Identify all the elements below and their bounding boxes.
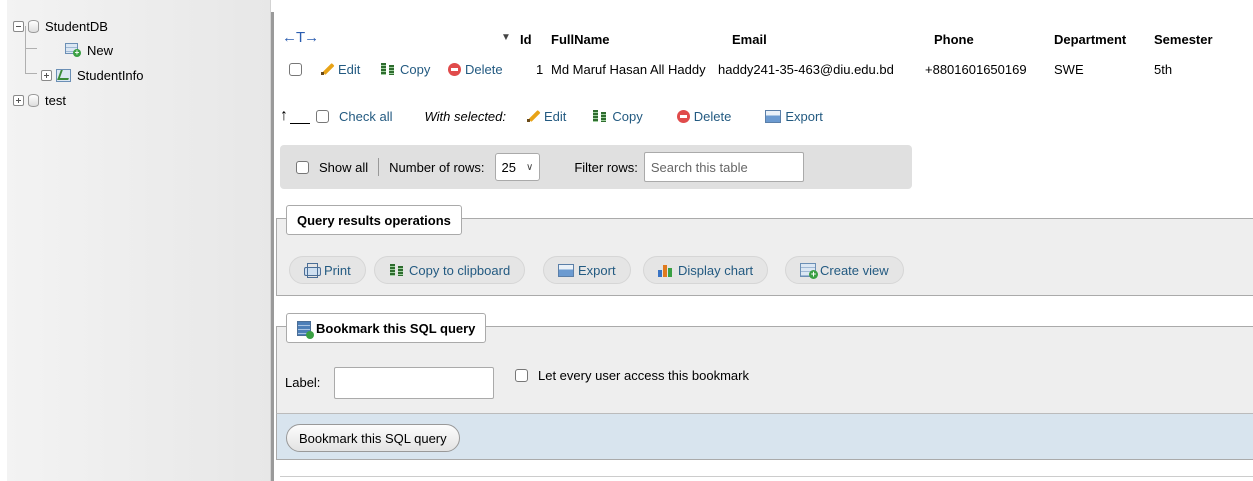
copy-label: Copy xyxy=(612,108,643,124)
check-all-link[interactable]: Check all xyxy=(339,109,392,124)
bookmark-label-text: Label: xyxy=(285,375,321,390)
rows-per-page-select[interactable]: 25 ∨ xyxy=(494,153,541,181)
export-icon xyxy=(765,109,782,123)
bookmark-label-input[interactable] xyxy=(334,367,494,399)
cell-department: SWE xyxy=(1054,62,1084,77)
bookmark-submit-button[interactable]: Bookmark this SQL query xyxy=(286,424,460,452)
bulk-export-button[interactable]: Export xyxy=(765,109,823,124)
bar-chart-icon xyxy=(658,263,674,277)
cell-semester: 5th xyxy=(1154,62,1173,77)
cell-phone: +8801601650169 xyxy=(925,62,1027,77)
navigation-controls: Show all Number of rows: 25 ∨ Filter row… xyxy=(280,145,912,189)
copy-icon xyxy=(592,109,608,123)
bulk-edit-button[interactable]: Edit xyxy=(526,109,566,124)
tree-item-new[interactable]: + New xyxy=(61,41,113,59)
tree-item-test[interactable]: test xyxy=(13,91,66,109)
bookmark-icon xyxy=(297,320,314,339)
row-edit-link[interactable]: Edit xyxy=(320,62,360,77)
bulk-delete-button[interactable]: Delete xyxy=(676,108,732,124)
bookmark-sql-query: Bookmark this SQL query Label: Let every… xyxy=(276,313,1253,414)
sort-dropdown-icon[interactable]: ▼ xyxy=(501,32,511,43)
divider xyxy=(280,476,1253,477)
print-icon xyxy=(304,263,321,278)
navigation-panel: StudentDB + New StudentInfo test xyxy=(7,0,271,481)
bookmark-footer: Bookmark this SQL query xyxy=(276,413,1253,460)
arrow-up-icon: ↑ xyxy=(280,107,310,124)
tree-item-studentdb[interactable]: StudentDB xyxy=(13,17,108,35)
database-icon xyxy=(28,93,39,107)
copy-to-clipboard-button[interactable]: Copy to clipboard xyxy=(374,256,526,284)
column-header-department[interactable]: Department xyxy=(1054,32,1126,47)
filter-rows-label: Filter rows: xyxy=(574,159,638,175)
new-table-icon: + xyxy=(65,43,81,57)
tree-item-label: New xyxy=(87,42,114,58)
view-icon xyxy=(56,68,71,82)
with-selected-label: With selected: xyxy=(424,108,506,124)
pencil-icon xyxy=(526,109,540,123)
database-icon xyxy=(28,19,39,33)
copy-icon xyxy=(380,62,396,76)
tree-item-label: StudentDB xyxy=(45,18,108,34)
collapse-icon[interactable] xyxy=(13,20,24,32)
bookmark-share-label[interactable]: Let every user access this bookmark xyxy=(538,368,749,383)
bookmark-share-checkbox[interactable] xyxy=(515,369,528,382)
export-label: Export xyxy=(578,262,616,278)
edit-label: Edit xyxy=(544,108,567,124)
copy-icon xyxy=(389,263,405,277)
show-all-checkbox[interactable] xyxy=(296,160,309,174)
filter-rows-input[interactable] xyxy=(643,152,804,182)
pencil-icon xyxy=(320,62,334,76)
delete-label: Delete xyxy=(465,62,503,77)
cell-fullname: Md Maruf Hasan All Haddy xyxy=(551,62,706,77)
column-sort-arrows[interactable]: ←T→ xyxy=(282,29,319,46)
print-button[interactable]: Print xyxy=(289,256,366,284)
rows-per-page-value: 25 xyxy=(501,159,516,175)
expand-icon[interactable] xyxy=(41,69,52,81)
expand-icon[interactable] xyxy=(13,94,24,106)
check-all-checkbox[interactable] xyxy=(316,109,329,123)
column-header-email[interactable]: Email xyxy=(732,32,767,47)
show-all-label[interactable]: Show all xyxy=(319,160,368,175)
cell-email: haddy241-35-463@diu.edu.bd xyxy=(718,62,894,77)
row-checkbox[interactable] xyxy=(289,63,302,79)
query-results-operations: Query results operations Print Copy to c… xyxy=(276,205,1253,296)
create-view-label: Create view xyxy=(820,262,889,278)
create-view-button[interactable]: Create view xyxy=(785,256,904,284)
row-copy-link[interactable]: Copy xyxy=(380,62,430,77)
column-header-id[interactable]: Id xyxy=(520,32,532,47)
bulk-actions-bar: ↑ Check all With selected: Edit Copy Del… xyxy=(280,106,823,126)
delete-icon xyxy=(676,109,690,123)
column-header-phone[interactable]: Phone xyxy=(934,32,974,47)
copy-label: Copy xyxy=(400,62,431,77)
bulk-copy-button[interactable]: Copy xyxy=(592,108,643,124)
edit-label: Edit xyxy=(338,62,361,77)
print-label: Print xyxy=(324,262,351,278)
display-chart-label: Display chart xyxy=(678,262,754,278)
export-label: Export xyxy=(785,108,823,124)
display-chart-button[interactable]: Display chart xyxy=(643,256,769,284)
bookmark-legend: Bookmark this SQL query xyxy=(286,313,487,343)
cell-id: 1 xyxy=(536,62,544,77)
create-view-icon xyxy=(800,263,818,279)
query-results-operations-legend: Query results operations xyxy=(286,205,462,235)
tree-connector xyxy=(25,48,37,49)
chevron-down-icon: ∨ xyxy=(525,161,534,173)
delete-label: Delete xyxy=(693,108,732,124)
export-button[interactable]: Export xyxy=(543,256,631,284)
column-header-fullname[interactable]: FullName xyxy=(551,32,610,47)
column-header-semester[interactable]: Semester xyxy=(1154,32,1213,47)
separator xyxy=(378,158,380,176)
row-delete-link[interactable]: Delete xyxy=(448,62,503,77)
tree-item-studentinfo[interactable]: StudentInfo xyxy=(41,66,144,84)
main-content: ←T→ ▼ Id FullName Email Phone Department… xyxy=(274,0,1253,481)
number-of-rows-label: Number of rows: xyxy=(389,159,485,175)
tree-item-label: StudentInfo xyxy=(77,67,144,83)
tree-item-label: test xyxy=(45,92,66,108)
copy-to-clipboard-label: Copy to clipboard xyxy=(409,262,511,278)
tree-connector xyxy=(25,73,37,74)
delete-icon xyxy=(448,63,461,76)
bookmark-legend-label: Bookmark this SQL query xyxy=(316,320,476,336)
export-icon xyxy=(558,263,574,277)
